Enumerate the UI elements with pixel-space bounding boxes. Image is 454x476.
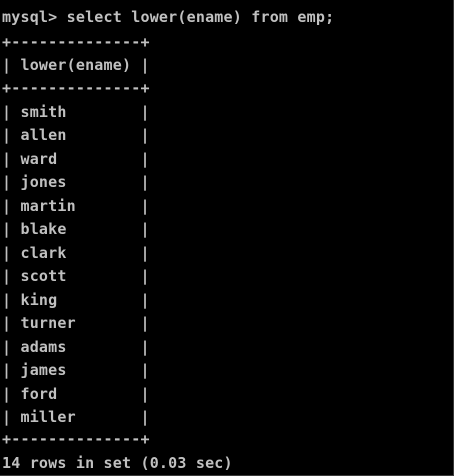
- console-window[interactable]: mysql> select lower(ename) from emp; +--…: [0, 0, 454, 476]
- table-row: | miller |: [2, 408, 150, 426]
- table-row: | jones |: [2, 173, 150, 191]
- table-row: | smith |: [2, 103, 150, 121]
- table-row: | clark |: [2, 244, 150, 262]
- table-row: | blake |: [2, 220, 150, 238]
- table-row: | turner |: [2, 314, 150, 332]
- table-row: | king |: [2, 291, 150, 309]
- table-row: | allen |: [2, 126, 150, 144]
- table-row: | ford |: [2, 385, 150, 403]
- table-header-row: | lower(ename) |: [2, 56, 150, 74]
- status-line: 14 rows in set (0.03 sec): [2, 454, 233, 472]
- table-border-bottom: +--------------+: [2, 430, 150, 448]
- table-border-top: +--------------+: [2, 33, 150, 51]
- command-line: mysql> select lower(ename) from emp;: [2, 8, 335, 26]
- table-row: | martin |: [2, 197, 150, 215]
- table-border-header: +--------------+: [2, 79, 150, 97]
- table-row: | adams |: [2, 338, 150, 356]
- table-row: | scott |: [2, 267, 150, 285]
- table-row: | ward |: [2, 150, 150, 168]
- table-row: | james |: [2, 361, 150, 379]
